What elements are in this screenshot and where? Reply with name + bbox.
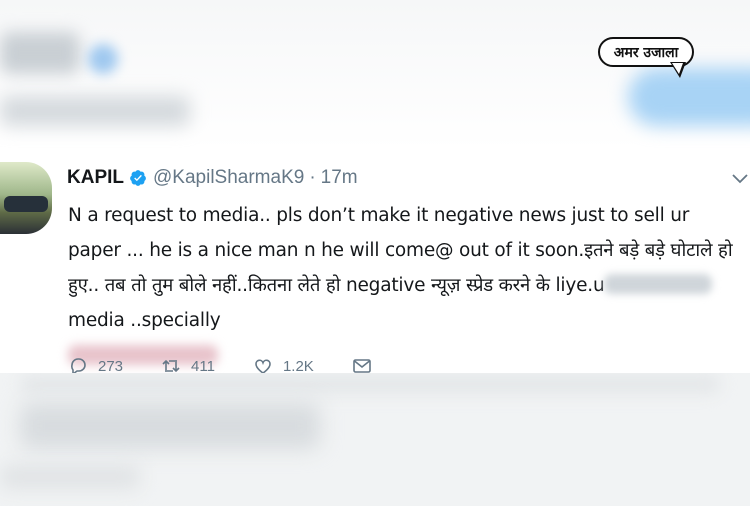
blurred-headline <box>20 403 320 449</box>
blurred-text-line <box>20 375 720 393</box>
tweet-timestamp[interactable]: 17m <box>321 167 358 189</box>
blurred-background-bottom <box>0 373 750 506</box>
user-handle[interactable]: @KapilSharmaK9 <box>153 167 304 189</box>
tweet-text: N a request to media.. pls don’t make it… <box>68 198 743 373</box>
blurred-profile-name <box>0 32 80 74</box>
tweet-actions: 273 411 1.2K <box>68 356 448 374</box>
avatar[interactable] <box>0 162 52 234</box>
reply-button[interactable]: 273 <box>68 356 123 374</box>
separator-dot: · <box>309 167 316 188</box>
message-button[interactable] <box>352 356 382 374</box>
display-name[interactable]: KAPIL <box>67 167 124 189</box>
like-icon <box>255 359 271 374</box>
blurred-verified-badge <box>88 44 118 74</box>
chevron-down-icon[interactable] <box>730 168 750 188</box>
reply-icon <box>71 358 86 374</box>
like-count: 1.2K <box>282 357 314 375</box>
like-button[interactable]: 1.2K <box>253 356 314 374</box>
logo-speech-tail-inner <box>672 63 683 74</box>
blurred-follow-button <box>628 68 750 126</box>
blurred-handle <box>0 96 190 126</box>
reply-count: 273 <box>98 357 124 375</box>
retweet-button[interactable]: 411 <box>161 356 215 374</box>
verified-icon <box>130 170 146 186</box>
blurred-footer <box>0 465 140 489</box>
message-icon <box>353 359 371 373</box>
tweet-header: KAPIL @KapilSharmaK9 · 17m <box>67 165 358 191</box>
retweet-count: 411 <box>191 357 215 375</box>
retweet-icon <box>162 359 180 373</box>
censored-word <box>604 274 713 294</box>
tweet-text-part2: media ..specially <box>68 310 221 331</box>
logo-text: अमर उजाला <box>613 44 679 61</box>
blurred-background-top <box>0 0 750 150</box>
